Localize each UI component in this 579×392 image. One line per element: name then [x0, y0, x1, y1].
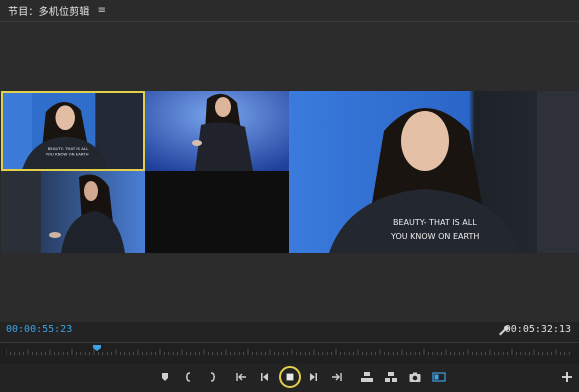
- extract-button[interactable]: [384, 370, 398, 384]
- add-marker-button[interactable]: [158, 370, 172, 384]
- camera-angle-3[interactable]: [1, 171, 145, 253]
- mark-out-icon: [210, 372, 216, 382]
- lift-button[interactable]: [360, 370, 374, 384]
- program-shirt-text-2: YOU KNOW ON EARTH: [390, 232, 479, 241]
- time-ruler[interactable]: [0, 342, 579, 365]
- stop-icon: [286, 373, 294, 381]
- camera-angle-4[interactable]: [145, 171, 289, 253]
- stop-button[interactable]: [279, 366, 301, 388]
- program-shirt-text-1: BEAUTY- THAT IS ALL: [393, 218, 477, 227]
- multicam-toggle-button[interactable]: [432, 370, 446, 384]
- program-monitor-panel: 节目：多机位剪辑 ≡ BEAUTY- THAT IS ALL YOU KNOW …: [0, 0, 579, 392]
- step-forward-icon: [310, 373, 317, 381]
- playhead-icon[interactable]: [92, 345, 101, 351]
- ruler-ticks: [6, 349, 570, 355]
- export-frame-button[interactable]: [408, 370, 422, 384]
- go-to-in-button[interactable]: [234, 370, 248, 384]
- camera-angle-1[interactable]: BEAUTY- THAT IS ALL YOU KNOW ON EARTH: [1, 91, 145, 171]
- add-button-icon: [562, 372, 572, 382]
- multicam-toggle-icon: [432, 372, 446, 382]
- go-to-out-icon: [332, 373, 342, 381]
- viewer-letterbox-top: [0, 22, 579, 90]
- lift-icon: [361, 372, 373, 382]
- camera-1-image: BEAUTY- THAT IS ALL YOU KNOW ON EARTH: [3, 93, 143, 169]
- camera-2-image: [145, 91, 289, 171]
- step-forward-button[interactable]: [306, 370, 320, 384]
- shirt-text-2: YOU KNOW ON EARTH: [46, 152, 89, 157]
- viewer-letterbox-bottom: [0, 254, 579, 322]
- mark-out-button[interactable]: [205, 370, 219, 384]
- add-button[interactable]: [560, 370, 574, 384]
- go-to-in-icon: [236, 373, 246, 381]
- extract-icon: [385, 372, 397, 382]
- panel-title[interactable]: 节目：多机位剪辑: [8, 3, 90, 18]
- current-timecode[interactable]: 00:00:55:23: [6, 324, 72, 335]
- program-image: BEAUTY- THAT IS ALL YOU KNOW ON EARTH: [289, 91, 579, 253]
- shirt-text-1: BEAUTY- THAT IS ALL: [48, 146, 89, 151]
- add-marker-icon: [162, 373, 168, 381]
- go-to-out-button[interactable]: [330, 370, 344, 384]
- transport-controls: [0, 364, 579, 392]
- export-frame-icon: [409, 372, 421, 382]
- duration-timecode: 00:05:32:13: [504, 324, 571, 335]
- step-back-button[interactable]: [258, 370, 272, 384]
- multicam-viewer: BEAUTY- THAT IS ALL YOU KNOW ON EARTH BE…: [0, 22, 579, 322]
- camera-3-image: [1, 171, 145, 253]
- program-output: BEAUTY- THAT IS ALL YOU KNOW ON EARTH: [289, 91, 579, 253]
- panel-menu-icon[interactable]: ≡: [98, 5, 106, 16]
- panel-titlebar: 节目：多机位剪辑 ≡: [0, 0, 579, 22]
- mark-in-icon: [185, 372, 191, 382]
- mark-in-button[interactable]: [182, 370, 196, 384]
- timecode-bar: 00:00:55:23 00:05:32:13: [0, 322, 579, 340]
- step-back-icon: [261, 373, 268, 381]
- camera-angle-2[interactable]: [145, 91, 289, 171]
